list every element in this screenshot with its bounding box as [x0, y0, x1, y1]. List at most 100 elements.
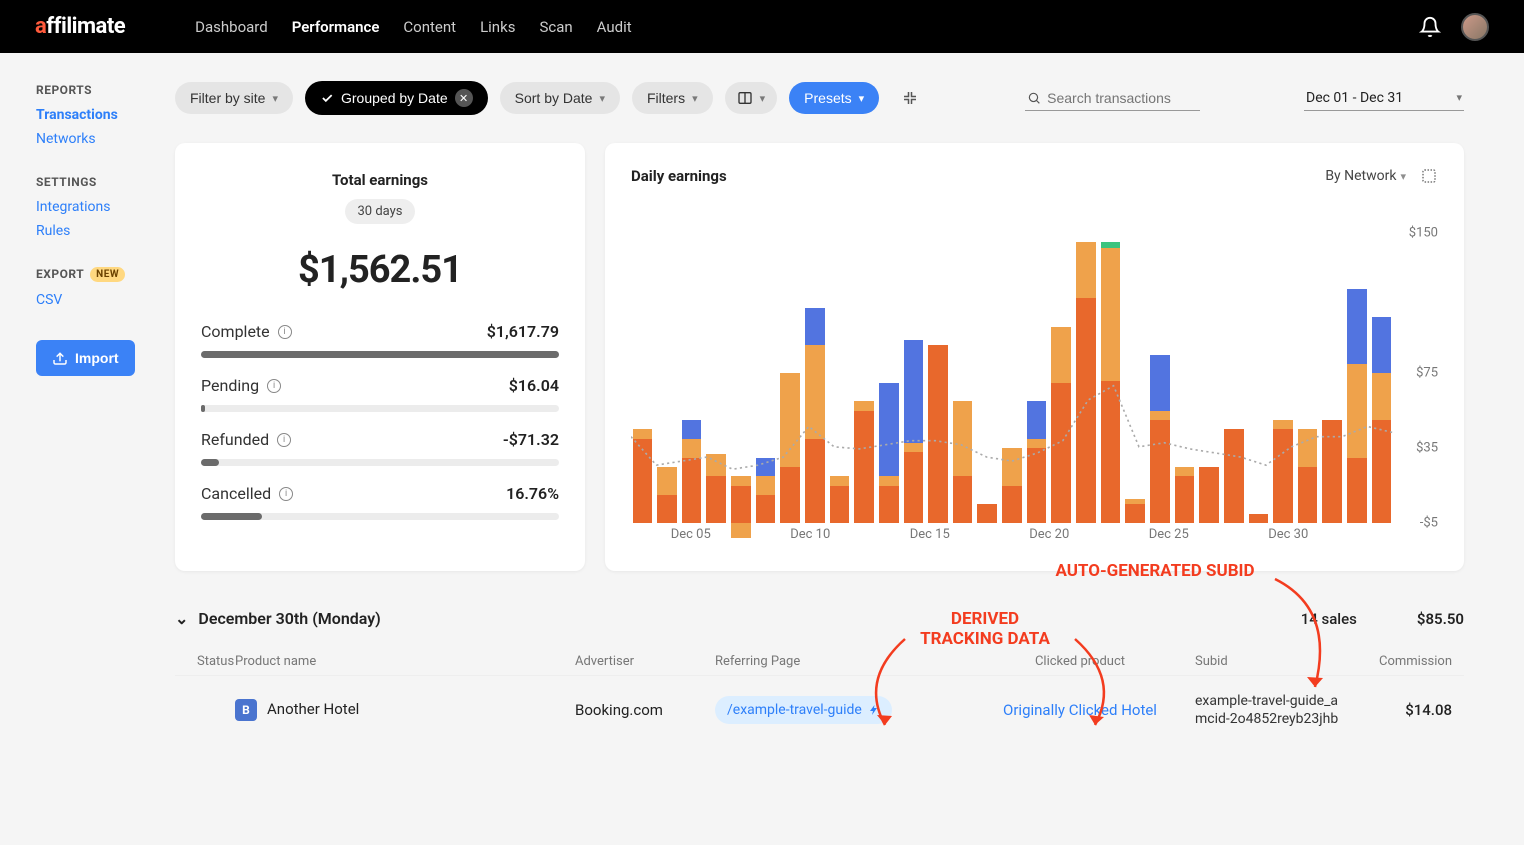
sidebar-item-networks[interactable]: Networks — [36, 131, 175, 147]
sidebar-header-export: EXPORTNEW — [36, 267, 175, 282]
sidebar: REPORTS Transactions Networks SETTINGS I… — [0, 53, 175, 784]
period-chip: 30 days — [345, 199, 414, 224]
topbar: affilimate Dashboard Performance Content… — [0, 0, 1524, 53]
info-icon[interactable]: i — [267, 379, 281, 393]
bar[interactable] — [1150, 242, 1170, 523]
transactions-section: DERIVED TRACKING DATA AUTO-GENERATED SUB… — [175, 609, 1464, 744]
search-input[interactable] — [1047, 90, 1198, 106]
bar[interactable] — [756, 242, 776, 523]
clicked-product-link[interactable]: Originally Clicked Hotel — [1003, 701, 1157, 719]
sidebar-item-rules[interactable]: Rules — [36, 223, 175, 239]
logo: affilimate — [35, 14, 125, 39]
commission-value: $14.08 — [1345, 701, 1464, 719]
import-button[interactable]: Import — [36, 340, 135, 376]
network-dropdown[interactable]: By Network ▾ — [1325, 168, 1406, 184]
bar[interactable] — [657, 242, 677, 523]
search-input-wrap[interactable] — [1025, 86, 1200, 111]
date-range-select[interactable]: Dec 01 - Dec 31 ▾ — [1304, 86, 1464, 111]
chart-yaxis: $150$75$35-$5 — [1393, 193, 1438, 553]
bar[interactable] — [706, 242, 726, 523]
sales-total: $85.50 — [1417, 610, 1464, 628]
topnav: Dashboard Performance Content Links Scan… — [195, 18, 631, 36]
info-icon[interactable]: i — [277, 433, 291, 447]
bar[interactable] — [731, 242, 751, 523]
bar[interactable] — [1125, 242, 1145, 523]
date-group-header[interactable]: ⌄ December 30th (Monday) 14 sales $85.50 — [175, 609, 1464, 628]
check-icon — [320, 91, 334, 105]
bar[interactable] — [953, 242, 973, 523]
bar[interactable] — [1051, 242, 1071, 523]
chevron-down-icon: ▾ — [692, 92, 698, 105]
sidebar-item-transactions[interactable]: Transactions — [36, 107, 175, 123]
bar[interactable] — [633, 242, 653, 523]
bar[interactable] — [1224, 242, 1244, 523]
bar[interactable] — [854, 242, 874, 523]
search-icon — [1027, 90, 1041, 106]
bar[interactable] — [1298, 242, 1318, 523]
filters-button[interactable]: Filters▾ — [632, 82, 713, 114]
earnings-row: Completei$1,617.79 — [201, 322, 559, 358]
info-icon[interactable]: i — [278, 325, 292, 339]
nav-scan[interactable]: Scan — [539, 18, 572, 36]
bar[interactable] — [805, 242, 825, 523]
chevron-down-icon: ▾ — [859, 92, 865, 105]
product-name: Another Hotel — [267, 700, 359, 718]
bar[interactable] — [1347, 242, 1367, 523]
bar[interactable] — [928, 242, 948, 523]
sales-count: 14 sales — [1301, 610, 1357, 628]
chevron-down-icon: ⌄ — [175, 609, 188, 628]
close-icon[interactable]: ✕ — [455, 89, 473, 107]
info-icon[interactable]: i — [279, 487, 293, 501]
earnings-row: Cancelledi16.76% — [201, 484, 559, 520]
new-badge: NEW — [90, 267, 125, 282]
filter-row: Filter by site▾ Grouped by Date ✕ Sort b… — [175, 81, 1464, 115]
bar[interactable] — [1372, 242, 1392, 523]
chevron-down-icon: ▾ — [1400, 170, 1406, 183]
expand-icon[interactable] — [1420, 167, 1438, 185]
sidebar-item-csv[interactable]: CSV — [36, 292, 175, 308]
bar[interactable] — [879, 242, 899, 523]
avatar[interactable] — [1461, 13, 1489, 41]
bar[interactable] — [1199, 242, 1219, 523]
nav-links[interactable]: Links — [480, 18, 515, 36]
bar[interactable] — [1101, 242, 1121, 523]
chart-area: Dec 05Dec 10Dec 15Dec 20Dec 25Dec 30 — [631, 193, 1393, 553]
bolt-icon — [868, 704, 880, 716]
bar[interactable] — [682, 242, 702, 523]
total-amount: $1,562.51 — [201, 248, 559, 292]
bar[interactable] — [1273, 242, 1293, 523]
filter-group-button[interactable]: Grouped by Date ✕ — [305, 81, 488, 115]
sort-button[interactable]: Sort by Date▾ — [500, 82, 620, 114]
sidebar-item-integrations[interactable]: Integrations — [36, 199, 175, 215]
advertiser-name: Booking.com — [575, 701, 715, 719]
nav-dashboard[interactable]: Dashboard — [195, 18, 268, 36]
bar[interactable] — [780, 242, 800, 523]
earnings-row: Refundedi-$71.32 — [201, 430, 559, 466]
date-label: December 30th (Monday) — [198, 609, 380, 628]
referring-page-chip[interactable]: /example-travel-guide — [715, 696, 892, 724]
earnings-row: Pendingi$16.04 — [201, 376, 559, 412]
total-earnings-card: Total earnings 30 days $1,562.51 Complet… — [175, 143, 585, 571]
collapse-icon[interactable] — [901, 89, 919, 107]
sidebar-header-reports: REPORTS — [36, 83, 175, 97]
columns-icon — [737, 90, 753, 106]
layout-toggle-button[interactable]: ▾ — [725, 82, 778, 114]
nav-content[interactable]: Content — [403, 18, 456, 36]
bar[interactable] — [1322, 242, 1342, 523]
bar[interactable] — [904, 242, 924, 523]
bar[interactable] — [1175, 242, 1195, 523]
bar[interactable] — [1027, 242, 1047, 523]
bell-icon[interactable] — [1419, 16, 1441, 38]
chevron-down-icon: ▾ — [760, 92, 766, 105]
nav-audit[interactable]: Audit — [597, 18, 632, 36]
upload-icon — [52, 350, 68, 366]
main: Filter by site▾ Grouped by Date ✕ Sort b… — [175, 53, 1524, 784]
bar[interactable] — [1076, 242, 1096, 523]
bar[interactable] — [830, 242, 850, 523]
presets-button[interactable]: Presets▾ — [789, 82, 879, 114]
bar[interactable] — [1002, 242, 1022, 523]
bar[interactable] — [977, 242, 997, 523]
bar[interactable] — [1249, 242, 1269, 523]
filter-site-button[interactable]: Filter by site▾ — [175, 82, 293, 114]
nav-performance[interactable]: Performance — [292, 18, 380, 36]
